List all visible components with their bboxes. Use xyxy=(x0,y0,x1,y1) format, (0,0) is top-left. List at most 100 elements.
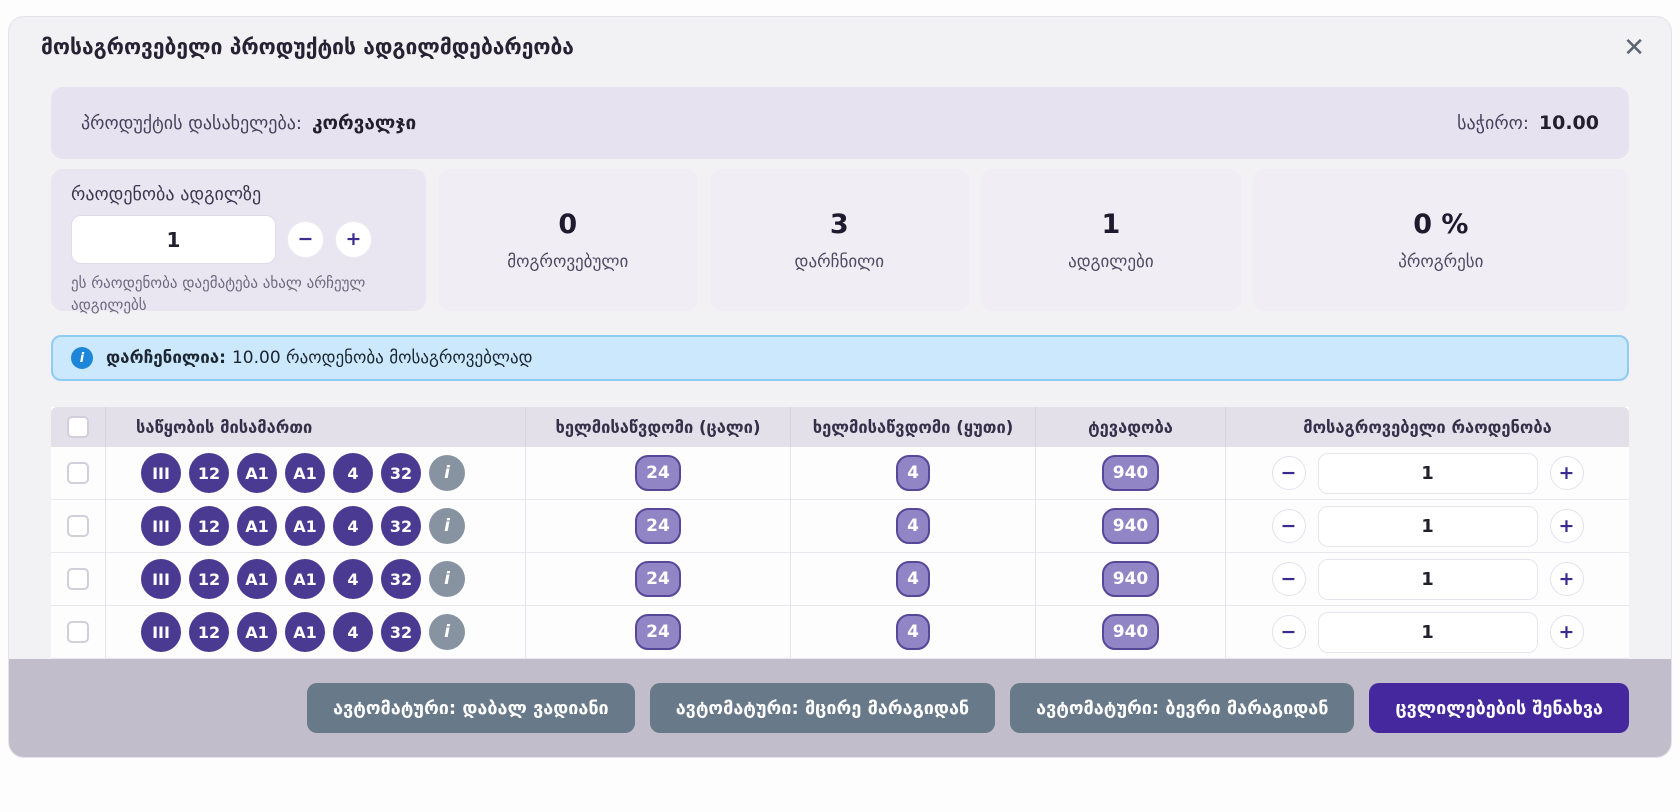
modal-content: პროდუქტის დასახელება: კორვალჯი საჭირო: 1… xyxy=(9,87,1671,659)
address-badges: III12A1A1432i xyxy=(136,612,465,652)
row-capacity-cell: 940 xyxy=(1036,447,1226,499)
row-plus-button[interactable]: + xyxy=(1550,456,1584,490)
row-info-icon[interactable]: i xyxy=(429,508,465,544)
row-plus-button[interactable]: + xyxy=(1550,562,1584,596)
address-badge: III xyxy=(141,506,181,546)
row-info-icon[interactable]: i xyxy=(429,614,465,650)
product-name-value: კორვალჯი xyxy=(312,112,416,134)
header-select-all-cell xyxy=(51,407,106,447)
address-badge: 4 xyxy=(333,506,373,546)
row-info-icon[interactable]: i xyxy=(429,455,465,491)
row-checkbox[interactable] xyxy=(67,621,89,643)
header-capacity: ტევადობა xyxy=(1036,407,1226,447)
quantity-per-place-label: რაოდენობა ადგილზე xyxy=(71,184,406,205)
quantity-plus-button[interactable]: + xyxy=(335,221,372,258)
available-boxes-pill: 4 xyxy=(896,561,930,597)
address-badge: III xyxy=(141,612,181,652)
row-quantity-cell: − + xyxy=(1226,500,1629,552)
address-badge: 12 xyxy=(189,453,229,493)
quantity-input[interactable] xyxy=(71,215,276,264)
address-badges: III12A1A1432i xyxy=(136,453,465,493)
stat-value: 0 xyxy=(558,209,577,240)
table-header-row: საწყობის მისამართი ხელმისაწვდომი (ცალი) … xyxy=(51,407,1629,447)
available-pieces-pill: 24 xyxy=(635,561,681,597)
auto-large-stock-button[interactable]: ავტომატური: ბევრი მარაგიდან xyxy=(1010,683,1354,733)
row-quantity-cell: − + xyxy=(1226,606,1629,658)
auto-small-stock-button[interactable]: ავტომატური: მცირე მარაგიდან xyxy=(650,683,995,733)
address-badge: 12 xyxy=(189,506,229,546)
capacity-pill: 940 xyxy=(1102,614,1160,650)
row-capacity-cell: 940 xyxy=(1036,553,1226,605)
row-checkbox[interactable] xyxy=(67,568,89,590)
row-available-boxes-cell: 4 xyxy=(791,500,1036,552)
table-body: III12A1A1432i 24 4 940 − + III12A1A1432i xyxy=(51,447,1629,659)
row-capacity-cell: 940 xyxy=(1036,500,1226,552)
address-badges: III12A1A1432i xyxy=(136,559,465,599)
product-name-group: პროდუქტის დასახელება: კორვალჯი xyxy=(81,112,416,134)
row-minus-button[interactable]: − xyxy=(1272,615,1306,649)
row-quantity-cell: − + xyxy=(1226,447,1629,499)
banner-text: დარჩენილია:10.00 რაოდენობა მოსაგროვებლად xyxy=(106,348,533,368)
address-badge: A1 xyxy=(285,506,325,546)
row-info-icon[interactable]: i xyxy=(429,561,465,597)
row-minus-button[interactable]: − xyxy=(1272,509,1306,543)
stat-card-remaining: 3 დარჩნილი xyxy=(710,169,970,311)
address-badge: 32 xyxy=(381,559,421,599)
row-available-boxes-cell: 4 xyxy=(791,447,1036,499)
close-icon[interactable]: ✕ xyxy=(1623,35,1645,61)
modal-footer: ავტომატური: დაბალ ვადიანი ავტომატური: მც… xyxy=(9,659,1671,757)
required-value: 10.00 xyxy=(1539,112,1599,134)
stat-value: 0 % xyxy=(1413,209,1468,240)
banner-bold: დარჩენილია: xyxy=(106,348,226,368)
row-available-pieces-cell: 24 xyxy=(526,500,791,552)
stat-label: ადგილები xyxy=(1068,252,1154,272)
capacity-pill: 940 xyxy=(1102,508,1160,544)
auto-low-expiry-button[interactable]: ავტომატური: დაბალ ვადიანი xyxy=(307,683,635,733)
row-qty-input[interactable] xyxy=(1318,559,1538,600)
row-address-cell: III12A1A1432i xyxy=(106,447,526,499)
row-available-pieces-cell: 24 xyxy=(526,447,791,499)
info-icon: i xyxy=(71,347,93,369)
address-badge: A1 xyxy=(285,559,325,599)
stats-row: რაოდენობა ადგილზე − + ეს რაოდენობა დაემა… xyxy=(51,169,1629,311)
row-plus-button[interactable]: + xyxy=(1550,509,1584,543)
stat-label: მოგროვებული xyxy=(507,252,628,272)
address-badge: A1 xyxy=(237,612,277,652)
required-group: საჭირო: 10.00 xyxy=(1457,112,1599,134)
quantity-per-place-card: რაოდენობა ადგილზე − + ეს რაოდენობა დაემა… xyxy=(51,169,426,311)
available-pieces-pill: 24 xyxy=(635,455,681,491)
row-minus-button[interactable]: − xyxy=(1272,456,1306,490)
row-plus-button[interactable]: + xyxy=(1550,615,1584,649)
row-quantity-stepper: − + xyxy=(1272,506,1584,547)
row-quantity-stepper: − + xyxy=(1272,612,1584,653)
row-address-cell: III12A1A1432i xyxy=(106,553,526,605)
row-select-cell xyxy=(51,606,106,658)
save-changes-button[interactable]: ცვლილებების შენახვა xyxy=(1369,683,1629,733)
address-badge: 32 xyxy=(381,453,421,493)
quantity-stepper: − + xyxy=(71,215,406,264)
row-checkbox[interactable] xyxy=(67,462,89,484)
product-location-modal: მოსაგროვებელი პროდუქტის ადგილმდებარეობა … xyxy=(8,16,1672,758)
available-boxes-pill: 4 xyxy=(896,614,930,650)
quantity-minus-button[interactable]: − xyxy=(287,221,324,258)
address-badge: 32 xyxy=(381,612,421,652)
row-capacity-cell: 940 xyxy=(1036,606,1226,658)
row-address-cell: III12A1A1432i xyxy=(106,500,526,552)
row-qty-input[interactable] xyxy=(1318,612,1538,653)
stat-card-places: 1 ადგილები xyxy=(981,169,1241,311)
row-checkbox[interactable] xyxy=(67,515,89,537)
row-qty-input[interactable] xyxy=(1318,506,1538,547)
row-quantity-cell: − + xyxy=(1226,553,1629,605)
header-available-boxes: ხელმისაწვდომი (ყუთი) xyxy=(791,407,1036,447)
remaining-info-banner: i დარჩენილია:10.00 რაოდენობა მოსაგროვებლ… xyxy=(51,335,1629,381)
row-available-pieces-cell: 24 xyxy=(526,606,791,658)
row-minus-button[interactable]: − xyxy=(1272,562,1306,596)
row-quantity-stepper: − + xyxy=(1272,559,1584,600)
row-qty-input[interactable] xyxy=(1318,453,1538,494)
row-select-cell xyxy=(51,500,106,552)
stat-card-collected: 0 მოგროვებული xyxy=(438,169,698,311)
select-all-checkbox[interactable] xyxy=(67,416,89,438)
table-row: III12A1A1432i 24 4 940 − + xyxy=(51,606,1629,659)
row-quantity-stepper: − + xyxy=(1272,453,1584,494)
available-pieces-pill: 24 xyxy=(635,614,681,650)
